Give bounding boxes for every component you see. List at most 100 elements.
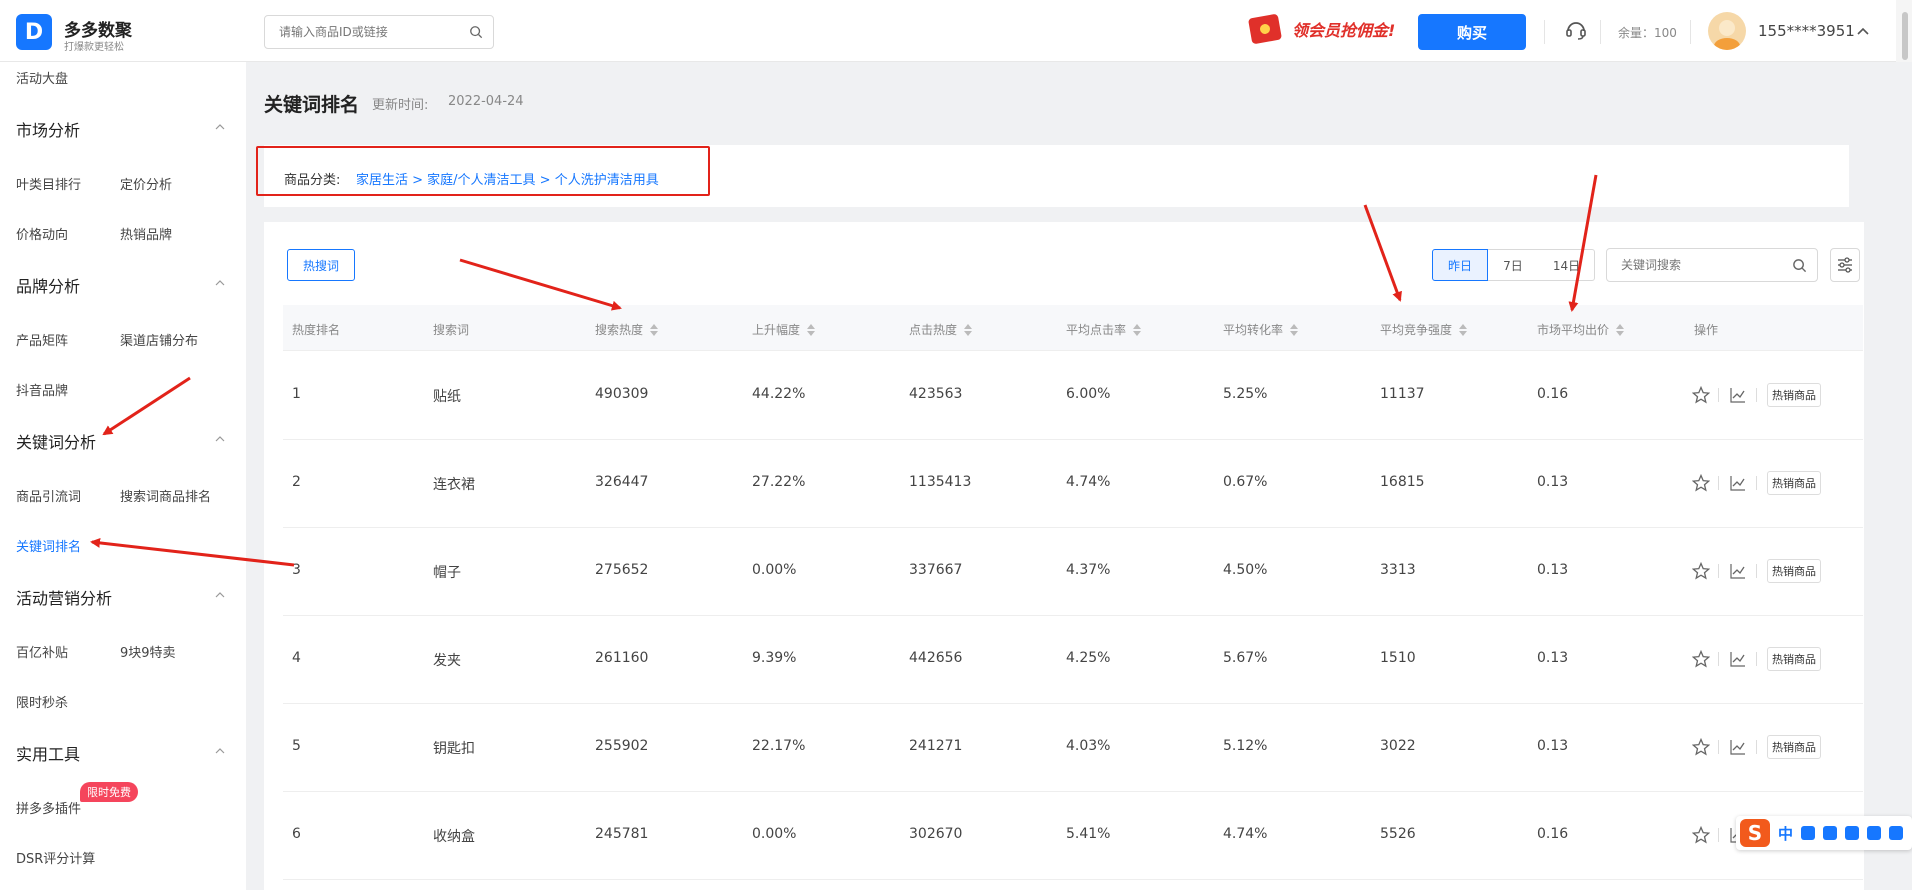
search-icon[interactable] [469, 25, 483, 39]
ime-logo[interactable]: S [1740, 819, 1770, 847]
punctuation-icon[interactable] [1801, 826, 1816, 840]
chevron-up-icon[interactable] [1856, 24, 1870, 38]
skin-icon[interactable] [1867, 826, 1882, 840]
sidebar-item-pdd-plugin[interactable]: 拼多多插件 [16, 798, 81, 817]
keyboard-icon[interactable] [1845, 826, 1860, 840]
sidebar-item-activity-dashboard[interactable]: 活动大盘 [16, 68, 68, 87]
sidebar-group-tools[interactable]: 实用工具 [16, 741, 80, 765]
sort-icon[interactable] [1616, 323, 1625, 336]
hot-products-button[interactable]: 热销商品 [1767, 383, 1821, 407]
sort-icon[interactable] [1459, 323, 1468, 336]
col-search-heat[interactable]: 搜索热度 [595, 321, 659, 338]
sidebar-item-keyword-rank[interactable]: 关键词排名 [16, 536, 81, 555]
favorite-star-icon[interactable] [1692, 562, 1710, 580]
product-search-box [264, 15, 494, 49]
app-logo[interactable]: D [16, 14, 52, 50]
hot-words-button[interactable]: 热搜词 [287, 249, 355, 281]
sidebar-item-dsr-calculator[interactable]: DSR评分计算 [16, 848, 95, 867]
product-search-input[interactable] [265, 16, 455, 48]
chevron-up-icon[interactable] [214, 121, 226, 133]
scrollbar-thumb[interactable] [1902, 12, 1908, 60]
sort-icon[interactable] [807, 323, 816, 336]
sidebar-item-channel-store[interactable]: 渠道店铺分布 [120, 330, 198, 349]
col-label: 热度排名 [292, 323, 341, 337]
col-label: 操作 [1694, 323, 1719, 337]
col-label: 平均点击率 [1066, 323, 1127, 337]
col-click-heat[interactable]: 点击热度 [909, 321, 973, 338]
cell-conversion: 5.25% [1223, 386, 1268, 402]
ime-toolbar[interactable]: S 中 [1736, 816, 1912, 850]
free-badge: 限时免费 [80, 782, 138, 802]
cell-conversion: 4.50% [1223, 562, 1268, 578]
col-label: 搜索热度 [595, 323, 644, 337]
sidebar-item-douyin-brand[interactable]: 抖音品牌 [16, 380, 68, 399]
favorite-star-icon[interactable] [1692, 386, 1710, 404]
col-avg-ctr[interactable]: 平均点击率 [1066, 321, 1142, 338]
favorite-star-icon[interactable] [1692, 826, 1710, 844]
cell-term: 帽子 [433, 565, 461, 581]
hot-products-button[interactable]: 热销商品 [1767, 647, 1821, 671]
favorite-star-icon[interactable] [1692, 474, 1710, 492]
hot-products-button[interactable]: 热销商品 [1767, 471, 1821, 495]
period-7-days[interactable]: 7日 [1487, 249, 1540, 281]
cell-competition: 1510 [1380, 650, 1416, 666]
sidebar-item-search-product-rank[interactable]: 搜索词商品排名 [120, 486, 211, 505]
trend-chart-icon[interactable] [1729, 474, 1747, 492]
hot-products-button[interactable]: 热销商品 [1767, 735, 1821, 759]
col-label: 点击热度 [909, 323, 958, 337]
col-rise-rate[interactable]: 上升幅度 [752, 321, 816, 338]
col-search-term: 搜索词 [433, 321, 469, 338]
sort-icon[interactable] [1290, 323, 1299, 336]
col-label: 平均转化率 [1223, 323, 1284, 337]
keyword-search-input[interactable] [1607, 249, 1777, 281]
sidebar-group-market[interactable]: 市场分析 [16, 117, 80, 141]
chevron-up-icon[interactable] [214, 277, 226, 289]
row-divider [283, 615, 1863, 616]
buy-button[interactable]: 购买 [1418, 14, 1526, 50]
period-yesterday[interactable]: 昨日 [1432, 249, 1488, 281]
grid-icon[interactable] [1889, 826, 1904, 840]
col-label: 搜索词 [433, 323, 470, 337]
search-icon[interactable] [1792, 258, 1807, 273]
chevron-up-icon[interactable] [214, 589, 226, 601]
microphone-icon[interactable] [1823, 826, 1838, 840]
cell-ctr: 4.03% [1066, 738, 1111, 754]
trend-chart-icon[interactable] [1729, 562, 1747, 580]
sidebar-item-pricing-analysis[interactable]: 定价分析 [120, 174, 172, 193]
username[interactable]: 155****3951 [1758, 22, 1855, 40]
sort-icon[interactable] [1133, 323, 1142, 336]
member-promo-banner[interactable]: 领会员抢佣金! [1247, 13, 1395, 45]
cell-rank: 2 [292, 474, 301, 490]
col-market-avg-bid[interactable]: 市场平均出价 [1537, 321, 1625, 338]
trend-chart-icon[interactable] [1729, 650, 1747, 668]
sidebar-item-product-matrix[interactable]: 产品矩阵 [16, 330, 68, 349]
sidebar-item-traffic-words[interactable]: 商品引流词 [16, 486, 81, 505]
ime-language[interactable]: 中 [1778, 823, 1793, 844]
sidebar-item-hot-brands[interactable]: 热销品牌 [120, 224, 172, 243]
col-avg-conversion[interactable]: 平均转化率 [1223, 321, 1299, 338]
sidebar-item-subsidy[interactable]: 百亿补贴 [16, 642, 68, 661]
sidebar-group-brand[interactable]: 品牌分析 [16, 273, 80, 297]
col-label: 上升幅度 [752, 323, 801, 337]
sidebar-group-keyword[interactable]: 关键词分析 [16, 429, 96, 453]
sidebar-item-nine-nine-sale[interactable]: 9块9特卖 [120, 642, 176, 661]
trend-chart-icon[interactable] [1729, 386, 1747, 404]
sidebar-item-flash-sale[interactable]: 限时秒杀 [16, 692, 68, 711]
hot-products-button[interactable]: 热销商品 [1767, 559, 1821, 583]
sidebar-item-leaf-category-rank[interactable]: 叶类目排行 [16, 174, 81, 193]
sort-icon[interactable] [650, 323, 659, 336]
sidebar-item-price-trend[interactable]: 价格动向 [16, 224, 68, 243]
sort-icon[interactable] [964, 323, 973, 336]
sidebar-group-activity-marketing[interactable]: 活动营销分析 [16, 585, 112, 609]
favorite-star-icon[interactable] [1692, 738, 1710, 756]
chevron-up-icon[interactable] [214, 745, 226, 757]
col-avg-competition[interactable]: 平均竞争强度 [1380, 321, 1468, 338]
customer-service-icon[interactable] [1564, 18, 1588, 42]
trend-chart-icon[interactable] [1729, 738, 1747, 756]
column-settings-button[interactable] [1830, 248, 1860, 282]
favorite-star-icon[interactable] [1692, 650, 1710, 668]
chevron-up-icon[interactable] [214, 433, 226, 445]
page-scrollbar[interactable] [1896, 0, 1912, 62]
user-avatar[interactable] [1708, 12, 1746, 50]
period-14-days[interactable]: 14日 [1539, 249, 1595, 281]
